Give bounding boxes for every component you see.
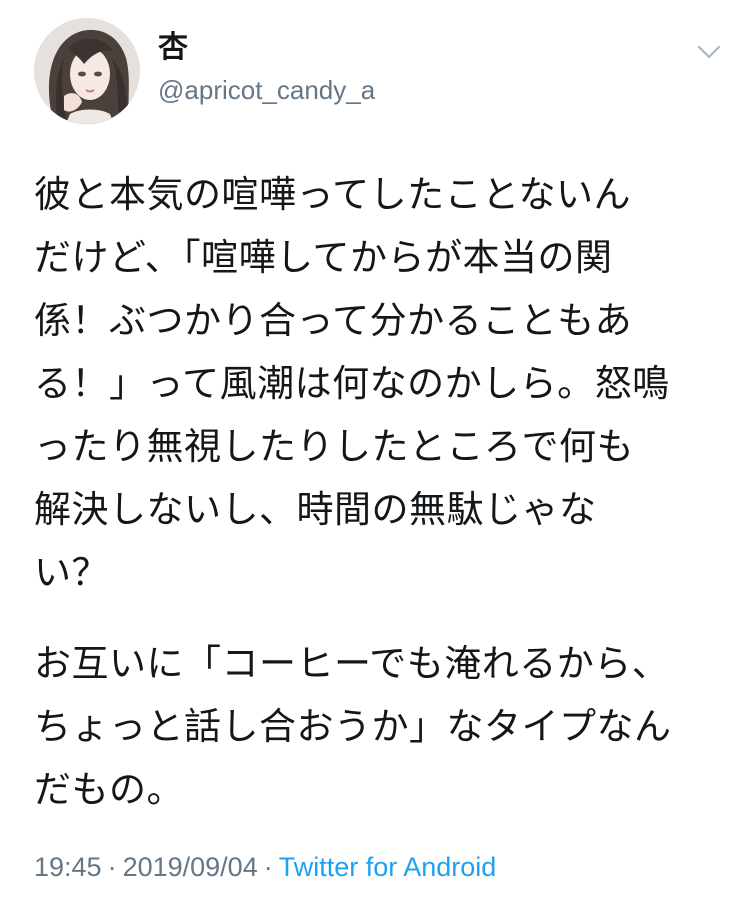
separator: · [107,852,117,882]
text-line: だもの。 [34,768,184,811]
text-line: ったり無視したりしたところで何も [34,425,634,468]
avatar[interactable] [34,18,140,124]
text-line: 係！ぶつかり合って分かることもあ [34,299,633,342]
text-line: ちょっと話し合おうか」なタイプなん [34,705,672,748]
display-name[interactable]: 杏 [158,30,188,66]
text-line: 解決しないし、時間の無駄じゃな [34,488,597,531]
tweet-source-link[interactable]: Twitter for Android [279,852,497,882]
avatar-illustration [34,18,140,124]
tweet-date: 2019/09/04 [122,852,258,882]
separator: · [263,852,273,882]
tweet-time: 19:45 [34,852,102,882]
text-line: だけど、「喧嘩してからが本当の関 [34,236,613,279]
tweet-paragraph-1: 彼と本気の喧嘩ってしたことないん だけど、「喧嘩してからが本当の関 係！ぶつかり… [34,163,724,604]
text-line: る！」って風潮は何なのかしら。怒鳴 [34,362,670,405]
tweet: 杏 @apricot_candy_a 彼と本気の喧嘩ってしたことないん だけど、… [0,0,750,905]
tweet-text: 彼と本気の喧嘩ってしたことないん だけど、「喧嘩してからが本当の関 係！ぶつかり… [34,163,724,821]
text-line: 彼と本気の喧嘩ってしたことないん [34,173,632,216]
text-line: い？ [34,551,109,594]
username-handle[interactable]: @apricot_candy_a [158,74,375,106]
tweet-paragraph-2: お互いに「コーヒーでも淹れるから、 ちょっと話し合おうか」なタイプなん だもの。 [34,632,724,821]
chevron-down-icon[interactable] [694,40,724,64]
tweet-metadata: 19:45 · 2019/09/04 · Twitter for Android [34,850,496,884]
text-line: お互いに「コーヒーでも淹れるから、 [34,642,670,685]
